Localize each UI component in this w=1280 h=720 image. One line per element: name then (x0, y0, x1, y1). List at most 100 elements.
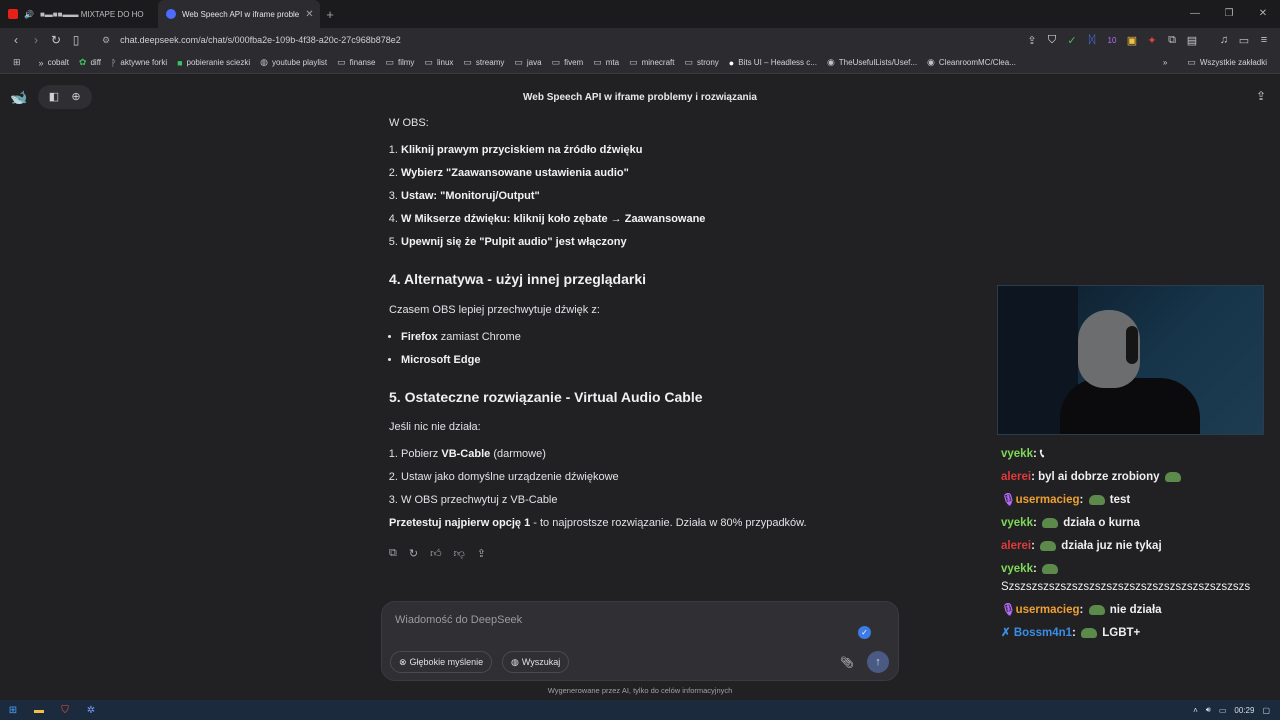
bookmark-folder-fivem[interactable]: ▭ fivem (547, 57, 589, 68)
bookmark-cobalt[interactable]: » cobalt (34, 58, 74, 68)
message-input[interactable]: Wiadomość do DeepSeek (395, 614, 522, 626)
list-item: Wybierz "Zaawansowane ustawienia audio" (401, 165, 869, 181)
bookmark-pobieranie-sciezki[interactable]: ■ pobieranie sciezki (172, 58, 255, 68)
note-extension-icon[interactable]: ▣ (1122, 34, 1142, 47)
bookmark-diff[interactable]: ✿ diff (74, 57, 106, 68)
globe-icon: ◍ (511, 656, 519, 667)
sidebar-toggle-icon[interactable]: ▤ (1182, 34, 1202, 47)
clock[interactable]: 00:29 (1234, 706, 1254, 715)
frog-emote-icon (1042, 563, 1059, 574)
minimize-button[interactable]: — (1178, 0, 1212, 28)
close-tab-icon[interactable]: ✕ (305, 9, 313, 20)
app-taskbar-icon[interactable]: ✲ (78, 705, 104, 716)
volume-icon[interactable]: 🔊︎ (1206, 705, 1211, 715)
thumbs-up-icon[interactable]: 👍︎ (430, 547, 442, 560)
file-explorer-icon[interactable]: ▬ (26, 705, 52, 716)
bookmark-folder-mta[interactable]: ▭ mta (588, 57, 624, 68)
check-badge-icon: ✓ (858, 626, 871, 639)
bookmark-folder-java[interactable]: ▭ java (509, 57, 546, 68)
obs-intro: W OBS: (389, 117, 429, 129)
chat-message: 🎙usermacieg: test (1001, 494, 1131, 506)
back-button[interactable]: ‹ (6, 33, 26, 47)
close-window-button[interactable]: ✕ (1246, 0, 1280, 28)
playlist-icon[interactable]: ♫ (1214, 34, 1234, 46)
send-button[interactable]: ↑ (867, 651, 889, 673)
tab-label: ■▬■■▬▬ MIXTAPE DO HO (39, 9, 144, 19)
list-item: Ustaw: "Monitoruj/Output" (401, 188, 869, 204)
folder-icon: ▭ (1187, 57, 1196, 67)
tray-chevron-icon[interactable]: ˄ (1193, 706, 1198, 715)
site-info-icon[interactable]: ⚙ (102, 35, 110, 46)
list-item: Kliknij prawym przyciskiem na źródło dźw… (401, 142, 869, 158)
address-bar[interactable]: ⚙ chat.deepseek.com/a/chat/s/000fba2e-10… (94, 30, 1014, 50)
bookmark-bits-ui[interactable]: ● Bits UI – Headless c... (724, 58, 822, 68)
assistant-message: W OBS: Kliknij prawym przyciskiem na źró… (389, 115, 869, 560)
bookmark-folder-streamy[interactable]: ▭ streamy (458, 57, 509, 68)
share-icon[interactable]: ⇪ (1256, 89, 1266, 103)
forward-button[interactable]: › (26, 33, 46, 47)
brave-taskbar-icon[interactable]: ⛉ (52, 705, 78, 716)
bookmark-folder-filmy[interactable]: ▭ filmy (380, 57, 419, 68)
speaker-icon[interactable]: 🔊 (24, 10, 34, 19)
atom-icon: ⊗ (399, 656, 407, 667)
folder-icon: ▭ (463, 57, 472, 67)
github-icon: ◉ (927, 57, 935, 67)
chat-message: ✗ Bossm4n1: LGBT+ (1001, 627, 1141, 639)
checkmark-extension-icon[interactable]: ✓ (1062, 34, 1082, 47)
search-button[interactable]: ◍ Wyszukaj (502, 651, 570, 673)
disclaimer: Wygenerowane przez AI, tylko do celów in… (547, 686, 733, 695)
restore-button[interactable]: ❐ (1212, 0, 1246, 28)
translate-extension-icon[interactable]: ᛞ (1082, 34, 1102, 46)
bookmark-folder-finanse[interactable]: ▭ finanse (332, 57, 380, 68)
webcam-overlay (997, 285, 1264, 435)
tab-youtube[interactable]: 🔊 ■▬■■▬▬ MIXTAPE DO HO (0, 0, 158, 28)
regenerate-icon[interactable]: ↻ (409, 547, 418, 560)
network-icon[interactable]: ▭ (1219, 706, 1227, 715)
diff-icon: ✿ (78, 57, 87, 67)
bookmark-icon[interactable]: ▯ (66, 33, 86, 47)
mask-extension-icon[interactable]: ✦ (1142, 34, 1162, 47)
bookmark-folder-strony[interactable]: ▭ strony (679, 57, 723, 68)
bookmark-cleanroommc[interactable]: ◉ CleanroomMC/Clea... (922, 57, 1021, 68)
message-composer[interactable]: Wiadomość do DeepSeek ✓ ⊗ Głębokie myśle… (381, 601, 899, 681)
frog-emote-icon (1040, 540, 1057, 551)
bookmark-folder-linux[interactable]: ▭ linux (419, 57, 458, 68)
folder-icon: ▭ (337, 57, 346, 67)
section-heading: 5. Ostateczne rozwiązanie - Virtual Audi… (389, 389, 703, 405)
brave-shield-icon[interactable]: ⛉ (1042, 34, 1062, 47)
final-note: Przetestuj najpierw opcję 1 - to najpros… (389, 517, 807, 529)
globe-icon: ◍ (260, 57, 268, 67)
copy-icon[interactable]: ⧉ (389, 547, 397, 560)
extension-badge-icon[interactable]: 10 (1102, 36, 1122, 45)
thumbs-down-icon[interactable]: 👎︎ (454, 547, 465, 560)
start-button[interactable]: ⊞ (0, 705, 26, 716)
notifications-icon[interactable]: ▢ (1262, 706, 1270, 715)
bookmark-youtube-playlist[interactable]: ◍ youtube playlist (255, 57, 332, 68)
list-item: Microsoft Edge (401, 352, 869, 368)
apps-grid-icon[interactable]: ⊞ (8, 57, 26, 68)
bookmark-folder-minecraft[interactable]: ▭ minecraft (624, 57, 679, 68)
puzzle-extensions-icon[interactable]: ⧉ (1162, 34, 1182, 47)
deepseek-page: 🐋 ◧ ⊕ Web Speech API w iframe problemy i… (0, 75, 1280, 700)
more-bookmarks-icon[interactable]: » (1158, 58, 1172, 67)
message-actions: ⧉ ↻ 👍︎ 👎︎ ⇪ (389, 547, 869, 560)
wallet-icon[interactable]: ▭ (1234, 34, 1254, 47)
chat-message-spam: Szszszszszszszszszszszszszszszszszszszsz… (1001, 581, 1251, 593)
tab-deepseek[interactable]: Web Speech API w iframe proble ✕ (158, 0, 320, 28)
window-controls: — ❐ ✕ (1178, 0, 1280, 28)
headset (1126, 326, 1138, 364)
list-item: Upewnij się że "Pulpit audio" jest włącz… (401, 234, 869, 250)
paperclip-icon[interactable]: 📎︎ (840, 656, 854, 669)
chat-message: vyekk: 📞︎ (1001, 448, 1045, 460)
bookmarks-bar: ⊞ » cobalt ✿ diff ᚹ aktywne forki ■ pobieran… (0, 52, 1280, 74)
menu-icon[interactable]: ≡ (1254, 34, 1274, 46)
all-bookmarks-folder[interactable]: ▭ Wszystkie zakładki (1182, 57, 1272, 68)
new-tab-button[interactable]: + (320, 7, 340, 22)
bookmark-aktywne-forki[interactable]: ᚹ aktywne forki (106, 58, 172, 68)
deep-think-button[interactable]: ⊗ Głębokie myślenie (390, 651, 493, 673)
bookmark-usefullists[interactable]: ◉ TheUsefulLists/Usef... (822, 57, 922, 68)
share-message-icon[interactable]: ⇪ (477, 547, 486, 560)
share-page-icon[interactable]: ⇪ (1022, 34, 1042, 47)
reload-button[interactable]: ↻ (46, 33, 66, 47)
windows-taskbar: ⊞ ▬ ⛉ ✲ ˄ 🔊︎ ▭ 00:29 ▢ (0, 700, 1280, 720)
